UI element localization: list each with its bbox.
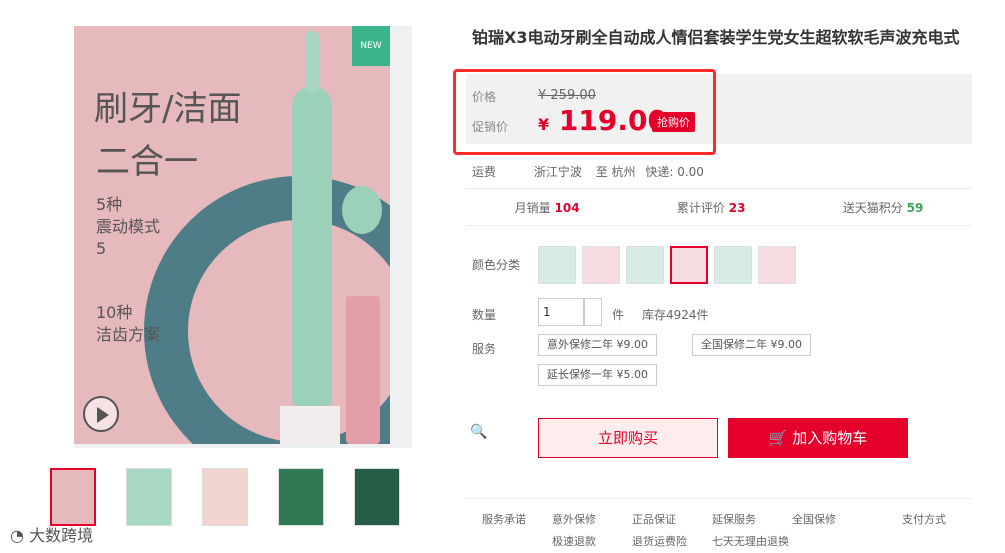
color-option-3[interactable]	[626, 246, 664, 284]
buy-now-button[interactable]: 立即购买	[538, 418, 718, 458]
reward-points: 送天猫积分 59	[842, 200, 924, 215]
price-highlight-box	[453, 69, 716, 155]
thumbnail-strip	[50, 468, 400, 526]
watermark-logo: ◔ 大数跨境	[10, 526, 94, 545]
color-swatches	[538, 246, 796, 284]
shipping-row: 运费 浙江宁波 至 杭州 快递: 0.00	[472, 165, 704, 179]
thumbnail-5[interactable]	[354, 468, 400, 526]
service-option-2[interactable]: 全国保修二年 ¥9.00	[692, 334, 811, 356]
color-label: 颜色分类	[472, 258, 521, 272]
review-count[interactable]: 累计评价 23	[677, 199, 746, 216]
new-badge: NEW	[352, 26, 390, 66]
play-video-icon[interactable]	[83, 396, 119, 432]
thumbnail-1[interactable]	[50, 468, 96, 526]
poster-feature-2: 10种 洁齿方案	[96, 303, 161, 344]
service-option-3[interactable]: 延长保修一年 ¥5.00	[538, 364, 657, 386]
service-label: 服务	[472, 342, 497, 356]
cart-icon: 🛒	[768, 429, 788, 447]
monthly-sales: 月销量 104	[514, 200, 580, 215]
brush-stand	[280, 406, 340, 444]
quantity-stepper[interactable]	[584, 298, 602, 326]
quantity-input[interactable]: 1	[538, 298, 584, 326]
service-option-1[interactable]: 意外保修二年 ¥9.00	[538, 334, 657, 356]
color-option-6[interactable]	[758, 246, 796, 284]
thumbnail-2[interactable]	[126, 468, 172, 526]
color-option-2[interactable]	[582, 246, 620, 284]
stock-count: 库存4924件	[642, 308, 709, 322]
quantity-label: 数量	[472, 308, 497, 322]
poster-headline-1: 刷牙/洁面	[94, 89, 242, 129]
watermark-icon: ◔	[10, 526, 24, 545]
main-product-image[interactable]: 刷牙/洁面 二合一 5种 震动模式 5 10种 洁齿方案 NEW 🔍	[74, 26, 487, 448]
service-promises: 服务承诺 意外保修 正品保证 延保服务 全国保修 极速退款 退货运费险 七天无理…	[466, 498, 972, 553]
poster-headline-2: 二合一	[96, 142, 198, 182]
product-poster: 刷牙/洁面 二合一 5种 震动模式 5 10种 洁齿方案 NEW	[74, 26, 390, 444]
add-to-cart-button[interactable]: 🛒 加入购物车	[728, 418, 908, 458]
payment-methods[interactable]: 支付方式	[902, 511, 946, 527]
toothbrush-illustration	[292, 31, 332, 406]
poster-feature-1: 5种 震动模式 5	[96, 195, 161, 258]
color-option-5[interactable]	[714, 246, 752, 284]
color-option-4[interactable]	[670, 246, 708, 284]
product-title: 铂瑞X3电动牙刷全自动成人情侣套装学生党女生超软软毛声波充电式	[472, 28, 960, 47]
color-option-1[interactable]	[538, 246, 576, 284]
shipping-destination[interactable]: 至 杭州	[596, 165, 636, 179]
face-brush-head	[342, 186, 382, 234]
sales-stats: 月销量 104 累计评价 23 送天猫积分 59	[466, 188, 972, 226]
thumbnail-3[interactable]	[202, 468, 248, 526]
quantity-unit: 件	[612, 308, 625, 322]
thumbnail-4[interactable]	[278, 468, 324, 526]
brush-holder	[346, 296, 380, 444]
